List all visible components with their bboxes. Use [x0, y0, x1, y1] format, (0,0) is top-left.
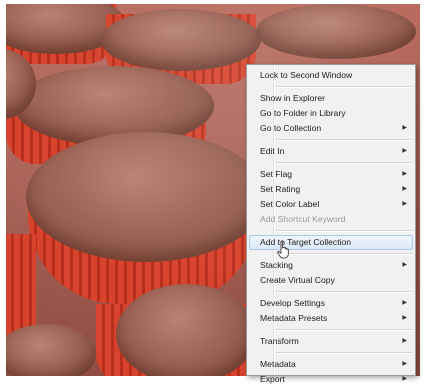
menu-item-add-shortcut-keyword: Add Shortcut Keyword — [247, 212, 415, 227]
triangle-right-icon: ▶ — [402, 148, 407, 154]
menu-separator — [275, 86, 413, 88]
menu-item-go-to-collection[interactable]: Go to Collection ▶ — [247, 121, 415, 136]
menu-item-label: Edit In — [260, 146, 285, 156]
menu-separator — [275, 162, 413, 164]
menu-item-metadata-presets[interactable]: Metadata Presets ▶ — [247, 311, 415, 326]
menu-item-label: Transform — [260, 336, 299, 346]
menu-separator — [275, 230, 413, 232]
triangle-right-icon: ▶ — [402, 201, 407, 207]
triangle-right-icon: ▶ — [402, 125, 407, 131]
triangle-right-icon: ▶ — [402, 186, 407, 192]
menu-item-metadata[interactable]: Metadata ▶ — [247, 357, 415, 372]
triangle-right-icon: ▶ — [402, 171, 407, 177]
menu-item-edit-in[interactable]: Edit In ▶ — [247, 144, 415, 159]
menu-item-go-to-folder-in-library[interactable]: Go to Folder in Library — [247, 106, 415, 121]
menu-item-label: Add Shortcut Keyword — [260, 214, 346, 224]
menu-item-label: Go to Folder in Library — [260, 108, 346, 118]
menu-separator — [275, 352, 413, 354]
menu-item-add-to-target-collection[interactable]: Add to Target Collection — [249, 235, 413, 250]
context-menu: Lock to Second Window Show in Explorer Go … — [246, 64, 416, 384]
triangle-right-icon: ▶ — [402, 262, 407, 268]
menu-item-create-virtual-copy[interactable]: Create Virtual Copy — [247, 273, 415, 288]
menu-item-label: Lock to Second Window — [260, 70, 353, 80]
menu-item-label: Show in Explorer — [260, 93, 325, 103]
triangle-right-icon: ▶ — [402, 338, 407, 344]
menu-separator — [275, 291, 413, 293]
hand-pointer-icon — [277, 241, 289, 259]
menu-item-label: Develop Settings — [260, 298, 325, 308]
triangle-right-icon: ▶ — [402, 361, 407, 367]
menu-item-label: Add to Target Collection — [260, 237, 352, 247]
triangle-right-icon: ▶ — [402, 300, 407, 306]
menu-separator — [275, 329, 413, 331]
menu-item-stacking[interactable]: Stacking ▶ — [247, 258, 415, 273]
menu-item-show-in-explorer[interactable]: Show in Explorer — [247, 91, 415, 106]
menu-item-set-rating[interactable]: Set Rating ▶ — [247, 182, 415, 197]
menu-item-transform[interactable]: Transform ▶ — [247, 334, 415, 349]
menu-separator — [275, 139, 413, 141]
menu-item-set-color-label[interactable]: Set Color Label ▶ — [247, 197, 415, 212]
menu-item-lock-to-second-window[interactable]: Lock to Second Window — [247, 68, 415, 83]
menu-item-label: Metadata Presets — [260, 313, 328, 323]
menu-item-develop-settings[interactable]: Develop Settings ▶ — [247, 296, 415, 311]
menu-item-label: Set Rating — [260, 184, 301, 194]
menu-item-set-flag[interactable]: Set Flag ▶ — [247, 167, 415, 182]
menu-item-export[interactable]: Export ▶ — [247, 372, 415, 387]
menu-item-label: Create Virtual Copy — [260, 275, 335, 285]
menu-item-label: Stacking — [260, 260, 293, 270]
triangle-right-icon: ▶ — [402, 376, 407, 382]
menu-item-label: Set Color Label — [260, 199, 320, 209]
menu-item-label: Metadata — [260, 359, 296, 369]
menu-separator — [275, 253, 413, 255]
menu-item-label: Set Flag — [260, 169, 293, 179]
menu-item-label: Go to Collection — [260, 123, 322, 133]
triangle-right-icon: ▶ — [402, 315, 407, 321]
